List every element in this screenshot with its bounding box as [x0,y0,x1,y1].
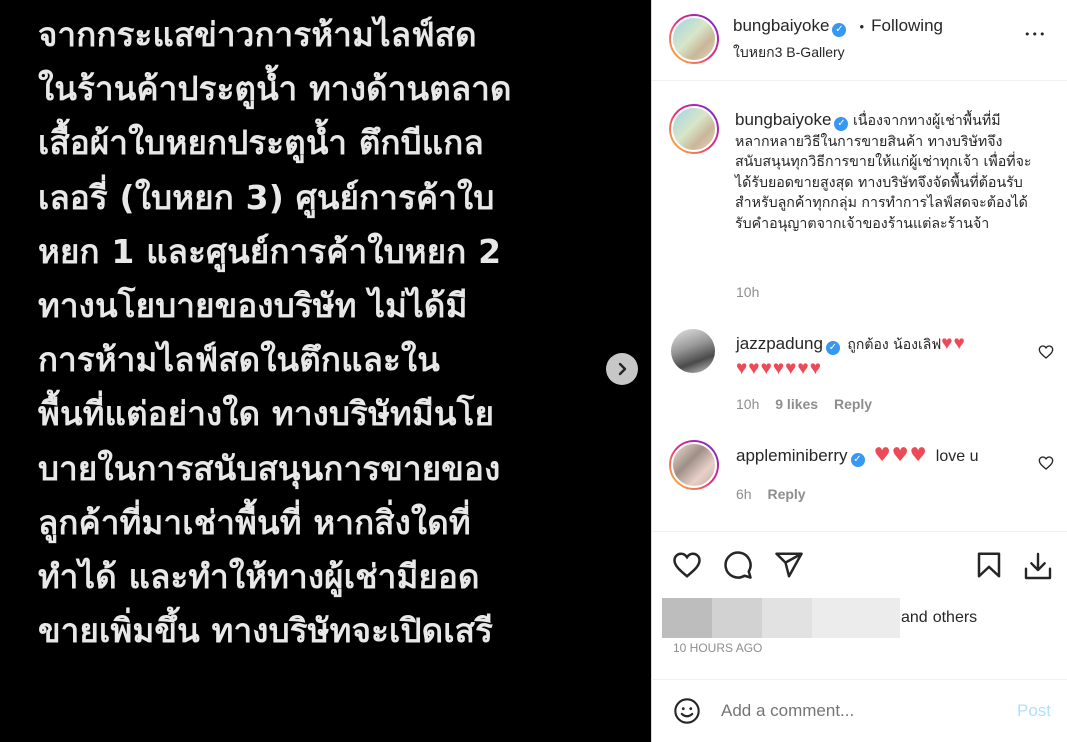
emoji-smiley-icon[interactable] [673,697,701,725]
instagram-post-view: จากกระแสข่าวการห้ามไลฟ์สด ในร้านค้าประตู… [0,0,1067,742]
post-text-line: หยก 1 และศูนย์การค้าใบหยก 2 [38,231,502,271]
reply-button[interactable]: Reply [767,486,805,502]
following-button[interactable]: Following [871,16,943,35]
post-image-text: จากกระแสข่าวการห้ามไลฟ์สด ในร้านค้าประตู… [38,8,638,658]
heart-emoji-row: ♥♥ [941,333,966,354]
comment-avatar-image [671,329,715,373]
comment-meta: 10h 9 likes Reply [736,396,872,412]
post-text-line: ลูกค้าที่มาเช่าพื้นที่ หากสิ่งใดที่ [38,502,471,542]
chevron-right-icon [618,362,627,376]
comment-likes-count[interactable]: 9 likes [775,396,818,412]
like-comment-heart-icon[interactable] [1038,455,1054,471]
likes-others-link[interactable]: others [933,609,977,627]
download-icon[interactable] [1022,550,1054,582]
post-text-line: เสื้อผ้าใบหยกประตูน้ำ ตึกบีแกล [38,123,484,163]
comment-username[interactable]: appleminiberry [736,446,848,465]
verified-badge-icon: ✓ [850,453,865,467]
heart-emoji-row: ♥♥♥♥♥♥♥ [736,358,822,379]
caption-time: 10h [736,284,760,300]
post-text-line: จากกระแสข่าวการห้ามไลฟ์สด [38,15,477,54]
comment-bubble-icon[interactable] [723,550,753,580]
post-comment-button[interactable]: Post [1017,701,1051,721]
post-media[interactable]: จากกระแสข่าวการห้ามไลฟ์สด ในร้านค้าประตู… [0,0,651,742]
save-bookmark-icon[interactable] [974,550,1004,580]
blurred-liker-name [762,598,812,638]
caption: bungbaiyoke ✓ เนื่องจากทางผู้เช่าพื้นที่ม… [735,110,1035,234]
like-heart-icon[interactable] [672,550,702,580]
heart-emoji-row: ♥♥♥ [873,444,928,466]
comment-avatar-image [671,442,717,488]
post-header: bungbaiyoke ✓ • Following ใบหยก3 B-Galler… [652,0,1067,81]
comment-avatar[interactable] [671,329,715,373]
post-text-line: การห้ามไลฟ์สดในตึกและใน [38,340,440,380]
blurred-liker-name [812,598,900,638]
blurred-liker-avatar [712,598,762,638]
caption-text: เนื่องจากทางผู้เช่าพื้นที่มีหลากหลายวิธี… [735,113,1032,232]
post-text-line: บายในการสนับสนุนการขายของ [38,448,501,488]
comment-meta: 6h Reply [736,486,806,502]
reply-button[interactable]: Reply [834,396,872,412]
blurred-liker-avatar [662,598,712,638]
comment-body: appleminiberry ✓ ♥♥♥ love u [736,444,979,468]
post-text-line: ทางนโยบายของบริษัท ไม่ได้มี [38,285,468,325]
caption-avatar-image [671,106,717,152]
more-options-button[interactable]: ••• [1024,28,1046,41]
post-text-line: เลอรี่ (ใบหยก 3) ศูนย์การค้าใบ [38,177,495,217]
add-comment-bar: Post [651,679,1067,742]
caption-avatar[interactable] [669,104,719,154]
comment-avatar[interactable] [669,440,719,490]
liked-by-row: and others [662,598,977,638]
post-location[interactable]: ใบหยก3 B-Gallery [733,42,845,64]
author-avatar[interactable] [669,14,719,64]
comment-time: 6h [736,486,752,502]
verified-badge-icon: ✓ [834,117,849,131]
post-text-line: พื้นที่แต่อย่างใด ทางบริษัทมีนโย [38,394,495,434]
caption-username[interactable]: bungbaiyoke [735,110,831,129]
comment-time: 10h [736,396,760,412]
like-comment-heart-icon[interactable] [1038,344,1054,360]
share-send-icon[interactable] [774,550,804,580]
author-username[interactable]: bungbaiyoke [733,16,829,35]
post-date: 10 HOURS AGO [673,641,763,655]
separator-dot: • [859,19,865,34]
comment-username[interactable]: jazzpadung [736,334,823,353]
header-name-row: bungbaiyoke ✓ • Following [733,16,943,37]
post-text-line: ขายเพิ่มขึ้น ทางบริษัทจะเปิดเสรี [38,611,494,651]
likes-and: and [901,609,928,626]
post-text-line: ทำได้ และทำให้ทางผู้เช่ามียอด [38,556,480,596]
author-avatar-image [671,16,717,62]
next-slide-button[interactable] [606,353,638,385]
post-text-line: ในร้านค้าประตูน้ำ ทางด้านตลาด [38,69,512,109]
comment-text: ถูกต้อง น้องเลิฟ [847,337,942,353]
verified-badge-icon: ✓ [825,341,840,355]
comment-body: jazzpadung ✓ ถูกต้อง น้องเลิฟ♥♥ ♥♥♥♥♥♥♥ [736,332,1036,382]
verified-badge-icon: ✓ [832,23,847,37]
comment-input[interactable] [721,698,991,724]
comment-text: love u [935,448,979,465]
